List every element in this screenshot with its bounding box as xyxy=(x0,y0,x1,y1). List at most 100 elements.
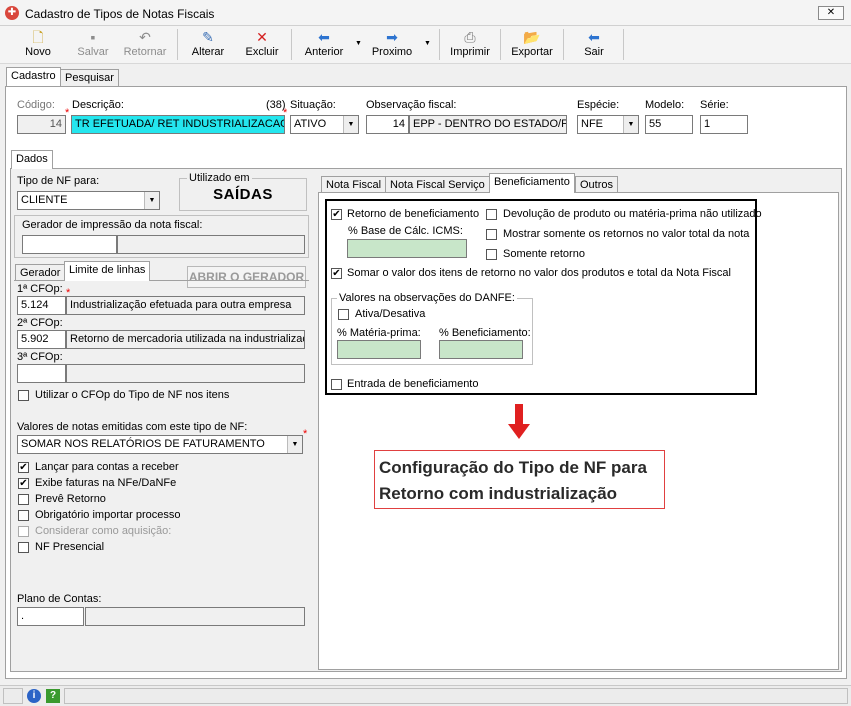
left-option-label: Considerar como aquisição: xyxy=(35,525,172,537)
beneficiamento-pct-field[interactable] xyxy=(439,340,523,359)
abrir-gerador-button[interactable]: ABRIR O GERADOR xyxy=(187,266,306,288)
imprimir-button[interactable]: ⎙ Imprimir xyxy=(450,28,490,62)
tab-nota-fiscal-servico[interactable]: Nota Fiscal Serviço xyxy=(385,176,490,192)
sair-button[interactable]: ⬅ Sair xyxy=(578,28,610,62)
materia-prima-field[interactable] xyxy=(337,340,421,359)
codigo-field: 14 xyxy=(17,115,66,134)
cfop2-code-field[interactable]: 5.902 xyxy=(17,330,66,349)
left-option-checkbox[interactable] xyxy=(18,494,29,505)
entrada-beneficiamento-checkbox[interactable] xyxy=(331,379,342,390)
especie-label: Espécie: xyxy=(577,99,620,111)
base-calc-label: % Base de Cálc. ICMS: xyxy=(348,225,463,237)
tab-outros[interactable]: Outros xyxy=(575,176,619,192)
tab-gerador[interactable]: Gerador xyxy=(15,264,66,281)
tipo-nf-label: Tipo de NF para: xyxy=(17,175,100,187)
left-option-checkbox[interactable]: ✔ xyxy=(18,478,29,489)
subtab-divider xyxy=(14,280,309,281)
base-calc-field[interactable] xyxy=(347,239,467,258)
novo-button[interactable]: 🗋 Novo xyxy=(20,28,56,62)
serie-label: Série: xyxy=(700,99,729,111)
plano-contas-field[interactable]: . xyxy=(17,607,84,626)
somente-retorno-label: Somente retorno xyxy=(503,248,585,260)
save-icon: ▪ xyxy=(90,29,96,45)
salvar-button[interactable]: ▪ Salvar xyxy=(73,28,113,62)
retornar-button[interactable]: ↶ Retornar xyxy=(121,28,169,62)
tab-beneficiamento[interactable]: Beneficiamento xyxy=(489,173,575,193)
utilizado-em-value: SAÍDAS xyxy=(213,186,273,203)
mostrar-retornos-label: Mostrar somente os retornos no valor tot… xyxy=(503,228,750,240)
cfop1-code-field[interactable]: 5.124 xyxy=(17,296,66,315)
left-option-label: Prevê Retorno xyxy=(35,493,106,505)
chevron-down-icon: ▼ xyxy=(343,116,358,133)
toolbar-separator xyxy=(500,29,501,60)
tab-nota-fiscal[interactable]: Nota Fiscal xyxy=(321,176,387,192)
annotation-line-1: Configuração do Tipo de NF para xyxy=(379,458,647,477)
left-option-checkbox[interactable] xyxy=(18,510,29,521)
printer-icon: ⎙ xyxy=(464,29,476,45)
status-panel xyxy=(3,688,23,704)
plano-contas-desc-field xyxy=(85,607,305,626)
situacao-select[interactable]: ATIVO ▼ xyxy=(290,115,359,134)
tipo-nf-select[interactable]: CLIENTE ▼ xyxy=(17,191,160,210)
modelo-label: Modelo: xyxy=(645,99,685,111)
left-option-label: Exibe faturas na NFe/DaNFe xyxy=(35,477,177,489)
toolbar-separator xyxy=(439,29,440,60)
tab-cadastro[interactable]: Cadastro xyxy=(6,67,61,86)
proximo-dropdown-icon[interactable]: ▼ xyxy=(424,40,431,47)
required-marker: * xyxy=(303,428,308,440)
somar-valor-checkbox[interactable]: ✔ xyxy=(331,268,342,279)
new-document-icon: 🗋 xyxy=(32,29,44,45)
toolbar-separator xyxy=(291,29,292,60)
codigo-label: Código: xyxy=(17,99,55,111)
title-bar: ✚ Cadastro de Tipos de Notas Fiscais ✕ xyxy=(0,0,851,26)
annotation-box: Configuração do Tipo de NF para Retorno … xyxy=(374,450,665,509)
left-option-checkbox[interactable] xyxy=(18,542,29,553)
proximo-button[interactable]: ➡ Proximo xyxy=(370,28,414,62)
entrada-beneficiamento-label: Entrada de beneficiamento xyxy=(347,378,479,390)
obs-fiscal-label: Observação fiscal: xyxy=(366,99,457,111)
utilizar-cfop-label: Utilizar o CFOp do Tipo de NF nos itens xyxy=(35,389,230,401)
modelo-field[interactable]: 55 xyxy=(645,115,693,134)
devolucao-checkbox[interactable] xyxy=(486,209,497,220)
required-marker: * xyxy=(65,107,70,119)
plano-contas-label: Plano de Contas: xyxy=(17,593,102,605)
left-option-label: Lançar para contas a receber xyxy=(35,461,179,473)
materia-prima-label: % Matéria-prima: xyxy=(337,327,421,339)
valores-notas-select[interactable]: SOMAR NOS RELATÓRIOS DE FATURAMENTO ▼ xyxy=(17,435,303,454)
cfop3-code-field[interactable] xyxy=(17,364,66,383)
serie-field[interactable]: 1 xyxy=(700,115,748,134)
info-icon[interactable]: i xyxy=(27,689,41,703)
help-icon[interactable]: ? xyxy=(46,689,60,703)
excluir-button[interactable]: ✕ Excluir xyxy=(243,28,281,62)
tab-limite-linhas[interactable]: Limite de linhas xyxy=(64,261,151,281)
mostrar-retornos-checkbox[interactable] xyxy=(486,229,497,240)
edit-icon: ✎ xyxy=(202,29,214,45)
left-option-checkbox[interactable]: ✔ xyxy=(18,462,29,473)
status-bar: i ? xyxy=(0,685,851,706)
retorno-beneficiamento-checkbox[interactable]: ✔ xyxy=(331,209,342,220)
utilizar-cfop-checkbox[interactable] xyxy=(18,390,29,401)
situacao-label: Situação: xyxy=(290,99,336,111)
anterior-dropdown-icon[interactable]: ▼ xyxy=(355,40,362,47)
gerador-desc-field xyxy=(117,235,305,254)
obs-fiscal-desc-field: EPP - DENTRO DO ESTADO/F xyxy=(409,115,567,134)
status-panel xyxy=(64,688,848,704)
cfop3-desc-field xyxy=(66,364,305,383)
close-button[interactable]: ✕ xyxy=(818,6,844,20)
somente-retorno-checkbox[interactable] xyxy=(486,249,497,260)
ativa-desativa-checkbox[interactable] xyxy=(338,309,349,320)
chevron-down-icon: ▼ xyxy=(623,116,638,133)
gerador-field[interactable] xyxy=(22,235,117,254)
alterar-button[interactable]: ✎ Alterar xyxy=(189,28,227,62)
obs-fiscal-code-field[interactable]: 14 xyxy=(366,115,409,134)
tab-pesquisar[interactable]: Pesquisar xyxy=(60,69,119,86)
especie-select[interactable]: NFE ▼ xyxy=(577,115,639,134)
exportar-button[interactable]: 📂 Exportar xyxy=(509,28,555,62)
descricao-field[interactable]: TR EFETUADA/ RET INDUSTRIALIZACAO xyxy=(71,115,285,134)
tab-dados[interactable]: Dados xyxy=(11,150,53,169)
anterior-button[interactable]: ⬅ Anterior xyxy=(302,28,346,62)
ativa-desativa-label: Ativa/Desativa xyxy=(355,308,426,320)
annotation-arrow-icon xyxy=(508,404,530,439)
cfop1-desc-field: Industrialização efetuada para outra emp… xyxy=(66,296,305,315)
chevron-down-icon: ▼ xyxy=(287,436,302,453)
